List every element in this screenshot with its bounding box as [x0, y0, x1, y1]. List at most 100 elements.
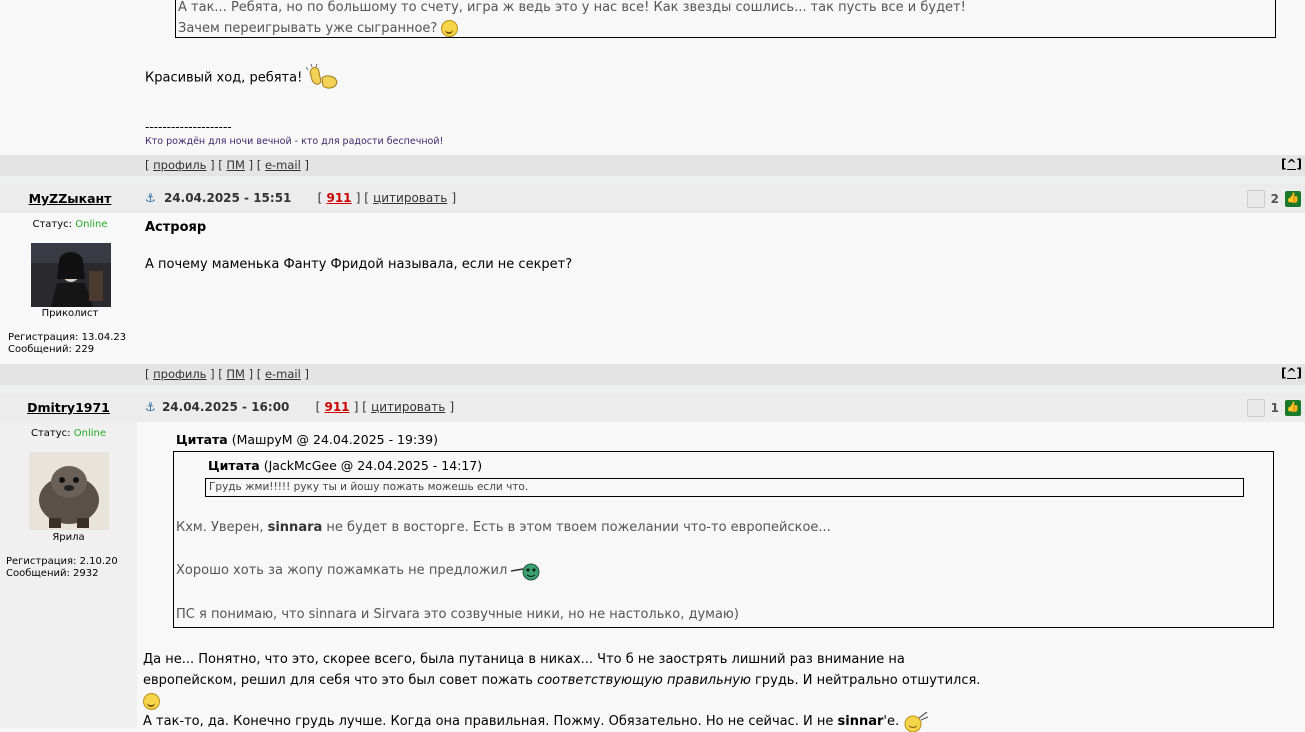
signature-dashes: --------------------	[145, 120, 232, 134]
quote-header-inner: Цитата (JackMcGee @ 24.04.2025 - 14:17)	[208, 458, 482, 473]
quote-text: Кхм. Уверен,	[176, 520, 264, 535]
pm-link[interactable]: ПМ	[226, 158, 245, 172]
post-body-3: Да не... Понятно, что это, скорее всего,…	[143, 649, 1293, 732]
bracket: ]	[304, 158, 309, 172]
quote-box-top: А так... Ребята, но по большому то счету…	[175, 0, 1276, 38]
bracket: ] [	[248, 367, 262, 381]
status-label: Статус:	[32, 219, 73, 230]
quote-text-line2-text: Зачем переигрывать уже сыгранное?	[178, 21, 438, 36]
post-footer-bar-2: [ профиль ] [ ПМ ] [ e-mail ] [^]	[0, 364, 1305, 385]
body-bold-name: sinnar	[837, 714, 884, 729]
bracket: ]	[304, 367, 309, 381]
post-footer-bar-1: [ профиль ] [ ПМ ] [ e-mail ] [^]	[0, 155, 1305, 176]
pm-link[interactable]: ПМ	[226, 367, 245, 381]
body-text: европейском, решил для себя что это был …	[143, 673, 533, 688]
user-info-3: Статус: Online Ярила Регистрация: 2.10.2…	[0, 422, 137, 728]
avatar[interactable]	[29, 452, 109, 530]
user-rank: Приколист	[41, 308, 99, 319]
quote-source: (МашруМ @ 24.04.2025 - 19:39)	[231, 432, 438, 447]
like-icon[interactable]: 👍	[1285, 191, 1301, 207]
avatar[interactable]	[31, 243, 111, 307]
post-separator-2	[0, 385, 1305, 393]
body-line-2: европейском, решил для себя что это был …	[143, 670, 1293, 691]
status-online: Online	[75, 219, 108, 230]
quote-bold-name: sinnara	[267, 520, 323, 535]
quote-label: Цитата	[208, 458, 260, 473]
quote-box-outer: Цитата (JackMcGee @ 24.04.2025 - 14:17) …	[173, 451, 1274, 628]
profile-links-1: [ профиль ] [ ПМ ] [ e-mail ]	[145, 158, 309, 172]
post-message-text: Красивый ход, ребята!	[145, 70, 303, 86]
bracket: ] [	[353, 400, 367, 414]
body-smile-row	[143, 691, 1293, 711]
profile-link[interactable]: профиль	[153, 158, 206, 172]
dizzy-face-icon	[511, 563, 540, 580]
quote-line-3: ПС я понимаю, что sinnara и Sirvara это …	[176, 607, 739, 622]
clapping-hands-icon	[306, 63, 338, 89]
bracket: ] [	[355, 191, 369, 205]
bracket: ] [	[210, 367, 223, 381]
email-link[interactable]: e-mail	[265, 158, 301, 172]
dislike-icon[interactable]	[1246, 190, 1265, 208]
quote-text: не будет в восторге. Есть в этом твоем п…	[326, 520, 831, 535]
anchor-icon[interactable]: ⚓	[145, 400, 156, 414]
body-line-1: Да не... Понятно, что это, скорее всего,…	[143, 652, 905, 667]
user-info-2: Статус: Online Приколист Регистрация: 13…	[0, 213, 140, 363]
post-number-link[interactable]: 911	[324, 400, 349, 414]
quote-link[interactable]: цитировать	[373, 191, 447, 205]
vote-count: 2	[1270, 192, 1279, 206]
body-text: грудь. И нейтрально отшутился.	[755, 673, 981, 688]
smile-icon	[143, 693, 160, 710]
vote-controls-2: 2 👍	[1246, 190, 1301, 208]
quote-line-2: Хорошо хоть за жопу пожамкать не предлож…	[176, 560, 541, 581]
quote-link[interactable]: цитировать	[371, 400, 445, 414]
username-myzzykant[interactable]: MyZZыкант	[0, 191, 140, 206]
quote-box-inner: Грудь жми!!!!! руку ты и йошу пожать мож…	[205, 478, 1244, 497]
username-dmitry1971[interactable]: Dmitry1971	[0, 400, 137, 415]
bracket: ]	[451, 191, 457, 205]
post-header-2: ⚓ 24.04.2025 - 15:51 [ 911 ] [ цитироват…	[145, 191, 456, 205]
vote-controls-3: 1 👍	[1246, 399, 1301, 417]
sweat-smile-icon	[904, 711, 929, 732]
like-icon[interactable]: 👍	[1285, 400, 1301, 416]
quote-line-1: Кхм. Уверен, sinnara не будет в восторге…	[176, 517, 831, 538]
status-label: Статус:	[31, 428, 71, 439]
scroll-top-link-2[interactable]: [^]	[1281, 366, 1302, 380]
post-body-2: Астрояр А почему маменька Фанту Фридой н…	[145, 220, 572, 272]
quote-text-line2: Зачем переигрывать уже сыгранное?	[178, 18, 1275, 39]
quote-text-line1: А так... Ребята, но по большому то счету…	[178, 0, 966, 15]
email-link[interactable]: e-mail	[265, 367, 301, 381]
dislike-icon[interactable]	[1246, 399, 1265, 417]
scroll-top-link-1[interactable]: [^]	[1281, 157, 1302, 171]
profile-link[interactable]: профиль	[153, 367, 206, 381]
bracket: [	[145, 158, 150, 172]
post-header-3: ⚓ 24.04.2025 - 16:00 [ 911 ] [ цитироват…	[145, 400, 454, 414]
bracket: ] [	[248, 158, 262, 172]
quote-source: (JackMcGee @ 24.04.2025 - 14:17)	[263, 458, 483, 473]
post-date: 24.04.2025 - 15:51	[163, 191, 292, 205]
bracket: ] [	[210, 158, 223, 172]
quote-header-outer: Цитата (МашруМ @ 24.04.2025 - 19:39)	[176, 432, 438, 447]
post-number-link[interactable]: 911	[326, 191, 351, 205]
registration-date: Регистрация: 13.04.23	[8, 332, 127, 343]
post-date: 24.04.2025 - 16:00	[161, 400, 290, 414]
body-emphasis: соответствующую правильную	[537, 673, 751, 688]
message-count: Сообщений: 2932	[6, 568, 99, 579]
anchor-icon[interactable]: ⚓	[145, 191, 156, 205]
bracket: ]	[449, 400, 455, 414]
left-column-top	[0, 0, 140, 155]
post-separator-1	[0, 176, 1305, 184]
signature-text: Кто рождён для ночи вечной - кто для рад…	[145, 136, 444, 147]
body-text: 'е.	[883, 714, 900, 729]
bracket: [	[145, 367, 150, 381]
profile-links-2: [ профиль ] [ ПМ ] [ e-mail ]	[145, 367, 309, 381]
registration-date: Регистрация: 2.10.20	[6, 556, 118, 567]
post-text: А почему маменька Фанту Фридой называла,…	[145, 257, 573, 272]
status-online: Online	[73, 428, 106, 439]
message-count: Сообщений: 229	[8, 344, 95, 355]
vote-count: 1	[1270, 401, 1279, 415]
quote-label: Цитата	[176, 432, 228, 447]
bracket: [	[315, 400, 321, 414]
status-row: Статус: Online	[0, 219, 140, 230]
status-row: Статус: Online	[0, 428, 137, 439]
body-text: А так-то, да. Конечно грудь лучше. Когда…	[143, 714, 834, 729]
